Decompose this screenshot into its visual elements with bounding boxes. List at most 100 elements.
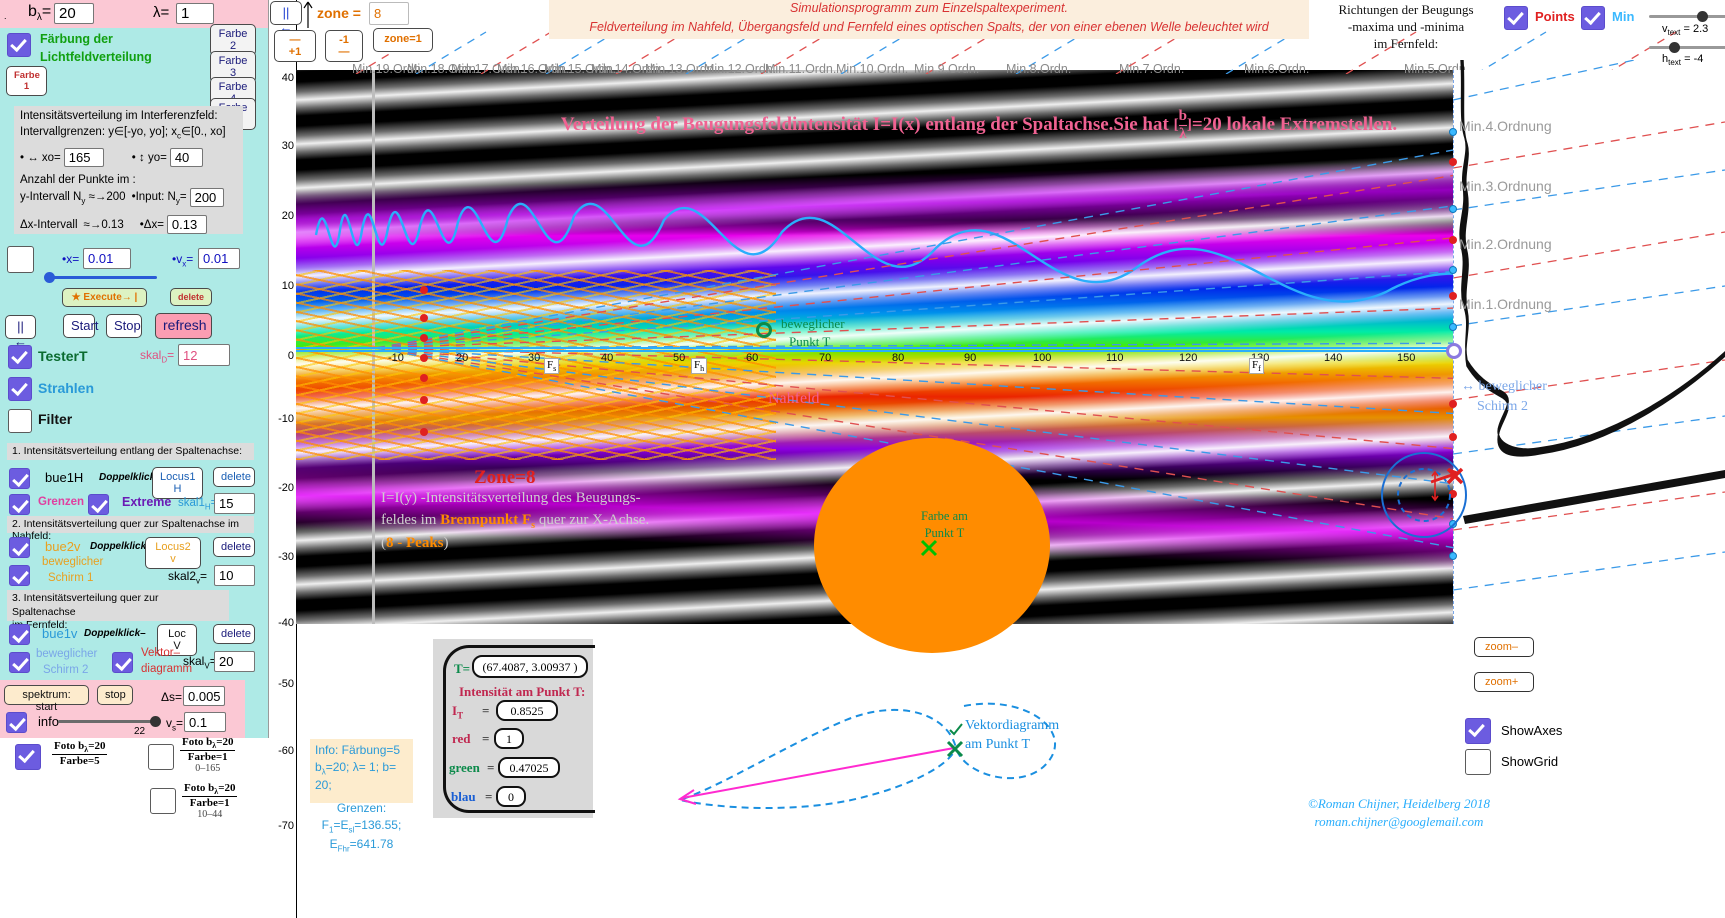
coloring-checkbox[interactable] [7,33,31,60]
points-checkbox[interactable] [1504,6,1528,30]
delete-exec-button[interactable]: delete [170,288,212,306]
zoom-out-button[interactable]: zoom– [1474,637,1534,657]
plot-title-frac-num: b [1178,108,1187,126]
screen2-checkbox[interactable] [9,652,30,673]
screen2-label-l2: Schirm 2 [43,663,89,676]
zone-minus1-button[interactable]: -1 — [325,30,363,62]
execute-button[interactable]: ★ Execute→ | [62,288,147,307]
ds-input[interactable] [183,686,225,706]
coloring-label-l1: Färbung der [40,32,113,46]
ytick-m50: -50 [278,678,294,690]
photo3-checkbox[interactable] [150,788,176,814]
delete-locus1h-button[interactable]: delete [213,467,255,487]
zone-reset-button[interactable]: zone=1 [373,28,433,52]
x-slider[interactable] [44,272,157,283]
vektordiagramm-checkbox[interactable] [112,652,133,673]
farbe1-button[interactable]: Farbe 1 [6,66,47,96]
screen1-checkbox[interactable] [9,565,30,586]
showgrid-checkbox[interactable] [1465,749,1491,775]
refresh-button[interactable]: refresh [155,313,212,339]
skal2v-input[interactable] [214,565,255,586]
x-input[interactable] [83,248,131,269]
locus2v-button[interactable]: Locus2 v [145,537,201,569]
bue1v-checkbox[interactable] [9,624,30,645]
info-box-l5a: E [329,836,338,851]
blau-value-field[interactable]: 0 [496,786,526,807]
t-coordinates-field[interactable]: (67.4087, 3.00937 ) [472,655,588,678]
skalv-input[interactable] [214,651,255,672]
dx-input[interactable] [166,215,207,235]
min-checkbox[interactable] [1581,6,1605,30]
intensity-box-title: Intensitätsverteilung im Interferenzfeld… [20,110,218,122]
showaxes-checkbox[interactable] [1465,718,1491,744]
red-value-field[interactable]: 1 [494,728,524,749]
delete-locus2v-button[interactable]: delete [213,537,255,557]
min-marker-4[interactable] [1449,128,1457,136]
zone-plus1-button[interactable]: — +1 [274,30,316,62]
min-order-right-1: Min.1.Ordnung [1459,296,1552,312]
extreme-checkbox[interactable] [88,494,109,515]
vx-input[interactable] [198,248,240,269]
xv-enable-checkbox[interactable] [7,246,34,273]
info-slider-value: 22 [134,726,146,737]
vs-input[interactable] [184,712,226,732]
bue1h-checkbox[interactable] [9,468,30,489]
green-value-field[interactable]: 0.47025 [498,757,560,778]
xtick-90: 90 [964,352,977,364]
htext-slider[interactable] [1649,42,1725,53]
interval-bounds: Intervallgrenzen: y∈[-yo, yo]; xc∈[0., x… [20,124,237,140]
ytick-m70: -70 [278,820,294,832]
min-marker-2[interactable] [1449,266,1457,274]
grenzen-checkbox[interactable] [9,494,30,515]
min-marker-3[interactable] [1449,205,1457,213]
vektordiagramm-plot-label-l2: am Punkt T [965,736,1031,752]
delete-locv-button[interactable]: delete [213,624,255,644]
max-marker-3[interactable] [1449,236,1457,244]
screen2-drag-handle[interactable] [1446,343,1462,359]
skald-input[interactable] [178,344,230,366]
max-marker-2[interactable] [1449,292,1457,300]
bue2v-checkbox[interactable] [9,537,30,558]
toolbar-rewind-button[interactable]: ||← [270,1,302,35]
b-lambda-input[interactable] [54,3,94,24]
spektrum-start-button[interactable]: spektrum: start [4,685,89,713]
spektrum-stop-button[interactable]: stop [97,685,133,705]
copyright: ©Roman Chijner, Heidelberg 2018 roman.ch… [1269,795,1529,831]
photo1-checkbox[interactable] [15,744,41,770]
min-marker-1[interactable] [1449,323,1457,331]
testert-checkbox[interactable] [8,345,32,369]
points-label: Points [1535,9,1575,24]
info-slider[interactable] [58,716,161,727]
rewind-button[interactable]: ||← [5,315,36,349]
start-button[interactable]: Start [63,314,98,338]
it-value-field[interactable]: 0.8525 [496,700,558,721]
stop-button[interactable]: Stop [106,314,142,338]
photo2-checkbox[interactable] [148,744,174,770]
info-checkbox[interactable] [6,712,27,733]
yo-label: • ↕ yo= [131,151,167,164]
info-box-l1: Info: Färbung=5 [315,743,401,757]
ny-input[interactable] [189,188,224,208]
max-marker-4[interactable] [1449,158,1457,166]
point-t-marker[interactable] [756,322,772,338]
lambda-input[interactable] [176,3,214,24]
info-box-l5: EFhr=641.78 [315,836,408,855]
coloring-check[interactable] [7,33,31,57]
point-t-label-l1: beweglicher [781,316,845,331]
vektordiagramm-plot-label-l1: Vektordiagramm [965,718,1060,733]
photo1-l2: Farbe=5 [59,755,100,768]
min-marker-m4[interactable] [1449,552,1457,560]
plot-main-title-a: Verteilung der Beugungsfeldintensität I=… [560,113,1174,135]
filter-checkbox[interactable] [8,409,32,433]
max-marker-m1[interactable] [1449,400,1457,408]
strahlen-checkbox[interactable] [8,377,32,401]
zone-input[interactable] [369,2,409,25]
zoom-in-button[interactable]: zoom+ [1474,672,1534,692]
vtext-slider[interactable] [1649,11,1725,22]
simulation-canvas[interactable]: 40 30 20 10 0 -10 -20 -30 -40 -50 -60 -7… [269,0,1725,918]
xo-input[interactable] [63,148,104,168]
yo-input[interactable] [169,148,203,168]
plot-title-frac-den: λ [1179,126,1187,142]
skal1h-input[interactable] [214,493,255,514]
red-label: red [452,731,471,746]
